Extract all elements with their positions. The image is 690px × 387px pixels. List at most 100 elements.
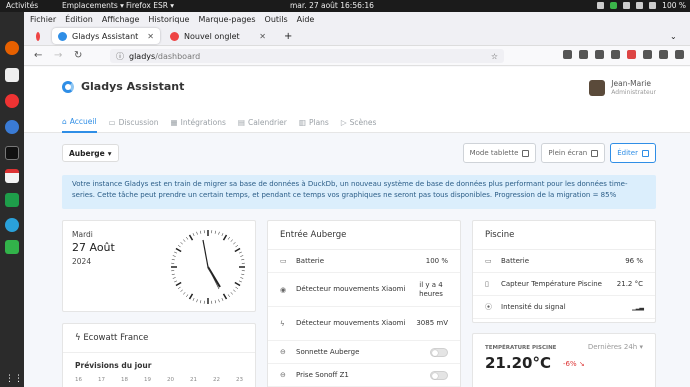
extension-icon[interactable] <box>595 50 604 59</box>
ecowatt-hour: 16 <box>75 377 82 383</box>
tab-plans[interactable]: ▥ Plans <box>299 112 329 133</box>
app-menu[interactable]: Firefox ESR ▾ <box>126 1 174 10</box>
clock-tick <box>200 300 202 304</box>
volume-icon[interactable] <box>649 2 657 9</box>
menu-aide[interactable]: Aide <box>297 15 315 24</box>
signal-bars-icon: ▁▂▃ <box>632 303 644 311</box>
period-select[interactable]: Dernières 24h ▾ <box>588 343 643 351</box>
reload-icon[interactable]: ↻ <box>74 50 82 61</box>
system-clock[interactable]: mar. 27 août 16:56:16 <box>290 1 374 10</box>
menu-outils[interactable]: Outils <box>265 15 288 24</box>
accessibility-icon[interactable] <box>636 2 644 9</box>
document-icon[interactable] <box>5 169 19 183</box>
fullscreen-icon <box>591 149 599 157</box>
toggle-icon: ⊖ <box>280 348 286 356</box>
device-label: Sonnette Auberge <box>296 347 360 356</box>
piscine-card: Piscine ▭ Batterie 96 % ▯ Capteur Températu… <box>472 220 656 323</box>
clock-tick <box>240 277 244 279</box>
house-select[interactable]: Auberge ▾ <box>62 144 119 162</box>
tab-list-icon[interactable]: ⌄ <box>664 28 680 44</box>
tab-new[interactable]: Nouvel onglet ✕ <box>164 28 272 44</box>
addon-icon[interactable] <box>627 50 636 59</box>
app-grid-icon[interactable]: ⋮⋮ <box>5 374 23 387</box>
telegram-icon[interactable] <box>5 218 19 232</box>
clock-day: Mardi <box>72 230 93 239</box>
clock-tick <box>235 286 239 289</box>
firefox-icon[interactable] <box>5 41 19 55</box>
ecowatt-hour: 22 <box>213 377 220 383</box>
pinned-tab[interactable] <box>30 28 46 44</box>
menu-edition[interactable]: Édition <box>65 15 93 24</box>
analog-clock <box>171 230 245 304</box>
tab-gladys[interactable]: Gladys Assistant ✕ <box>52 28 160 44</box>
menu-fichier[interactable]: Fichier <box>30 15 56 24</box>
device-label: Prise Sonoff Z1 <box>296 370 349 379</box>
update-icon[interactable] <box>610 2 618 9</box>
info-icon[interactable]: ⓘ <box>116 51 124 62</box>
keyboard-icon[interactable] <box>597 2 605 9</box>
screenshot-icon[interactable] <box>643 50 652 59</box>
url-path: /dashboard <box>155 51 201 61</box>
temperature-label: TEMPÉRATURE PISCINE <box>485 345 557 351</box>
clock-tick <box>171 259 175 261</box>
menu-affichage[interactable]: Affichage <box>102 15 140 24</box>
activities-button[interactable]: Activités <box>6 1 38 10</box>
clock-tick <box>240 255 244 257</box>
network-icon[interactable] <box>623 2 631 9</box>
tablet-icon <box>522 149 530 157</box>
home-icon: ⌂ <box>62 117 67 126</box>
device-label: Capteur Température Piscine <box>501 279 602 288</box>
files-icon[interactable] <box>5 68 19 82</box>
downloads-icon[interactable] <box>579 50 588 59</box>
tablet-mode-button[interactable]: Mode tablette <box>462 143 537 163</box>
clock-tick <box>227 236 230 240</box>
extensions-icon[interactable] <box>659 50 668 59</box>
tab-label: Calendrier <box>247 118 287 127</box>
spreadsheet-icon[interactable] <box>5 193 19 207</box>
ecowatt-hour: 18 <box>121 377 128 383</box>
tab-integrations[interactable]: ▦ Intégrations <box>171 112 226 133</box>
brand[interactable]: Gladys Assistant <box>62 80 184 93</box>
prise-toggle[interactable] <box>430 370 448 380</box>
clock-tick <box>230 292 233 295</box>
forward-icon[interactable]: → <box>54 50 62 61</box>
hamburger-menu-icon[interactable] <box>675 50 684 59</box>
calendar-icon: ▤ <box>237 118 245 127</box>
help-icon[interactable] <box>5 94 19 108</box>
user-menu[interactable]: Jean-Marie Administrateur <box>589 79 656 97</box>
menu-marque-pages[interactable]: Marque-pages <box>198 15 255 24</box>
fullscreen-button[interactable]: Plein écran <box>541 143 606 163</box>
privacy-icon[interactable] <box>611 50 620 59</box>
save-pocket-icon[interactable] <box>563 50 572 59</box>
ecowatt-title: ϟ Ecowatt France <box>63 324 255 353</box>
thunderbird-icon[interactable] <box>5 120 19 134</box>
edit-button[interactable]: Éditer <box>610 143 656 163</box>
tab-accueil[interactable]: ⌂ Accueil <box>62 112 97 133</box>
tab-label: Plans <box>308 118 329 127</box>
tab-scenes[interactable]: ▷ Scènes <box>341 112 377 133</box>
ecowatt-hour: 20 <box>167 377 174 383</box>
clock-tick <box>174 280 178 283</box>
close-tab-icon[interactable]: ✕ <box>259 32 266 41</box>
battery-level[interactable]: 100 % <box>662 1 686 10</box>
terminal-icon[interactable] <box>5 146 19 160</box>
close-tab-icon[interactable]: ✕ <box>147 32 154 41</box>
bookmark-star-icon[interactable]: ☆ <box>491 52 498 61</box>
places-menu[interactable]: Emplacements ▾ <box>62 1 124 10</box>
sonnette-toggle[interactable] <box>430 347 448 357</box>
tab-calendrier[interactable]: ▤ Calendrier <box>238 112 287 133</box>
back-icon[interactable]: ← <box>34 50 42 61</box>
device-row: ⦿ Intensité du signal ▁▂▃ <box>473 296 655 319</box>
avatar <box>589 80 606 96</box>
tab-discussion[interactable]: ▭ Discussion <box>109 112 159 133</box>
new-tab-favicon <box>170 31 179 41</box>
map-icon: ▥ <box>298 118 306 127</box>
device-row: ⊖ Sonnette Auberge <box>268 341 460 364</box>
new-tab-button[interactable]: + <box>278 28 294 44</box>
clock-tick <box>214 230 216 234</box>
clock-tick <box>192 233 195 237</box>
user-role: Administrateur <box>611 89 656 96</box>
software-icon[interactable] <box>5 240 19 254</box>
menu-historique[interactable]: Historique <box>148 15 189 24</box>
address-bar[interactable]: ⓘ gladys/dashboard ☆ <box>110 49 504 63</box>
